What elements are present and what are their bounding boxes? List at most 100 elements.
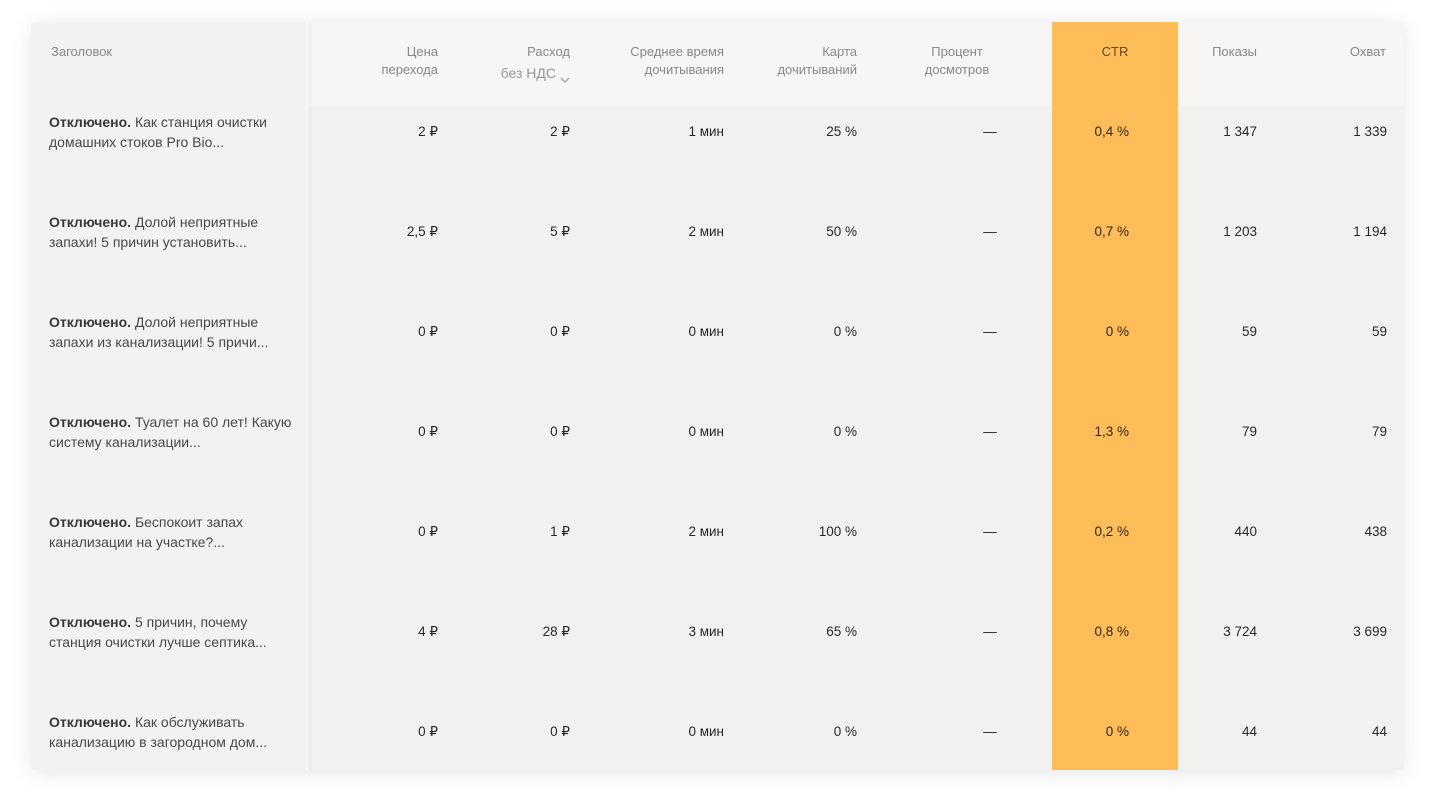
row-status: Отключено. — [49, 414, 132, 430]
row-read-map: 0 % — [833, 424, 857, 439]
stats-table: Заголовок Цена перехода Расход без НДС С… — [31, 22, 1404, 770]
row-spend: 0 ₽ — [550, 424, 570, 439]
row-reach: 3 699 — [1353, 624, 1387, 639]
column-header-read-map-line1: Карта — [822, 44, 857, 59]
row-avg-time: 0 мин — [688, 324, 724, 339]
row-spend: 5 ₽ — [550, 224, 570, 239]
table-row[interactable]: Отключено. Долой неприятные запахи из ка… — [31, 312, 1404, 412]
column-header-avg-time-line1: Среднее время — [630, 44, 724, 59]
column-header-view-pct-line2: досмотров — [924, 62, 990, 77]
row-reach: 79 — [1371, 424, 1387, 439]
row-cpc: 0 ₽ — [418, 424, 438, 439]
row-reach: 44 — [1371, 724, 1387, 739]
row-read-map: 100 % — [818, 524, 857, 539]
row-avg-time: 2 мин — [688, 224, 724, 239]
column-header-reach-label: Охват — [1349, 44, 1386, 59]
row-ctr: 0 % — [1105, 324, 1129, 339]
column-header-read-map-line2: дочитываний — [777, 62, 857, 77]
row-status: Отключено. — [49, 214, 132, 230]
column-header-ctr-label: CTR — [1101, 44, 1129, 59]
column-header-avg-time-line2: дочитывания — [644, 62, 724, 77]
column-header-reach[interactable]: Охват — [1281, 43, 1386, 61]
column-header-cpc-line2: перехода — [381, 62, 438, 77]
row-status: Отключено. — [49, 314, 132, 330]
table-row[interactable]: Отключено. Как обслуживать канализацию в… — [31, 712, 1404, 770]
row-ctr: 0,4 % — [1094, 124, 1129, 139]
row-impressions: 440 — [1234, 524, 1257, 539]
row-read-map: 0 % — [833, 724, 857, 739]
row-read-map: 65 % — [826, 624, 857, 639]
row-impressions: 44 — [1241, 724, 1257, 739]
row-reach: 1 194 — [1353, 224, 1387, 239]
column-header-impressions-label: Показы — [1212, 44, 1257, 59]
table-row[interactable]: Отключено. Как станция очистки домашних … — [31, 112, 1404, 212]
row-cpc: 0 ₽ — [418, 324, 438, 339]
row-spend: 0 ₽ — [550, 724, 570, 739]
row-ctr: 0,7 % — [1094, 224, 1129, 239]
table-row[interactable]: Отключено. 5 причин, почему станция очис… — [31, 612, 1404, 712]
row-view-pct: — — [983, 724, 997, 739]
row-impressions: 1 203 — [1223, 224, 1257, 239]
row-cpc: 2,5 ₽ — [406, 224, 438, 239]
row-spend: 1 ₽ — [550, 524, 570, 539]
row-view-pct: — — [983, 224, 997, 239]
column-header-cpc[interactable]: Цена перехода — [331, 43, 438, 79]
row-reach: 59 — [1371, 324, 1387, 339]
row-cpc: 4 ₽ — [418, 624, 438, 639]
row-avg-time: 0 мин — [688, 724, 724, 739]
column-header-impressions[interactable]: Показы — [1181, 43, 1257, 61]
column-header-ctr[interactable]: CTR — [1052, 43, 1178, 61]
row-cpc: 0 ₽ — [418, 724, 438, 739]
column-header-title-label: Заголовок — [51, 44, 113, 59]
column-header-title[interactable]: Заголовок — [51, 43, 112, 61]
row-read-map: 50 % — [826, 224, 857, 239]
column-header-view-pct[interactable]: Процент досмотров — [907, 43, 1007, 79]
row-view-pct: — — [983, 524, 997, 539]
column-header-avg-time[interactable]: Среднее время дочитывания — [591, 43, 724, 79]
row-status: Отключено. — [49, 714, 132, 730]
row-title[interactable]: Отключено. Долой неприятные запахи из ка… — [49, 312, 299, 352]
row-ctr: 0,2 % — [1094, 524, 1129, 539]
row-impressions: 59 — [1241, 324, 1257, 339]
row-impressions: 1 347 — [1223, 124, 1257, 139]
row-ctr: 0 % — [1105, 724, 1129, 739]
row-avg-time: 1 мин — [688, 124, 724, 139]
row-avg-time: 3 мин — [688, 624, 724, 639]
row-reach: 1 339 — [1353, 124, 1387, 139]
row-spend: 2 ₽ — [550, 124, 570, 139]
row-avg-time: 2 мин — [688, 524, 724, 539]
column-header-cpc-line1: Цена — [406, 44, 438, 59]
row-cpc: 0 ₽ — [418, 524, 438, 539]
row-impressions: 79 — [1241, 424, 1257, 439]
table-row[interactable]: Отключено. Туалет на 60 лет! Какую систе… — [31, 412, 1404, 512]
row-view-pct: — — [983, 424, 997, 439]
row-view-pct: — — [983, 124, 997, 139]
row-status: Отключено. — [49, 114, 132, 130]
row-spend: 0 ₽ — [550, 324, 570, 339]
row-avg-time: 0 мин — [688, 424, 724, 439]
row-title[interactable]: Отключено. Беспокоит запах канализации н… — [49, 512, 299, 552]
row-title[interactable]: Отключено. 5 причин, почему станция очис… — [49, 612, 299, 652]
column-header-view-pct-line1: Процент — [931, 44, 983, 59]
column-header-spend[interactable]: Расход без НДС — [451, 43, 570, 83]
row-impressions: 3 724 — [1223, 624, 1257, 639]
row-view-pct: — — [983, 324, 997, 339]
row-read-map: 0 % — [833, 324, 857, 339]
row-title[interactable]: Отключено. Как обслуживать канализацию в… — [49, 712, 299, 752]
row-spend: 28 ₽ — [542, 624, 570, 639]
row-reach: 438 — [1364, 524, 1387, 539]
table-row[interactable]: Отключено. Беспокоит запах канализации н… — [31, 512, 1404, 612]
row-status: Отключено. — [49, 614, 132, 630]
row-view-pct: — — [983, 624, 997, 639]
column-header-spend-line1: Расход — [527, 44, 570, 59]
row-title[interactable]: Отключено. Долой неприятные запахи! 5 пр… — [49, 212, 299, 252]
row-title[interactable]: Отключено. Туалет на 60 лет! Какую систе… — [49, 412, 299, 452]
column-header-spend-line2: без НДС — [500, 65, 556, 81]
table-row[interactable]: Отключено. Долой неприятные запахи! 5 пр… — [31, 212, 1404, 312]
chevron-down-icon[interactable] — [560, 70, 570, 83]
row-read-map: 25 % — [826, 124, 857, 139]
row-ctr: 0,8 % — [1094, 624, 1129, 639]
column-header-read-map[interactable]: Карта дочитываний — [741, 43, 857, 79]
row-title[interactable]: Отключено. Как станция очистки домашних … — [49, 112, 299, 152]
row-cpc: 2 ₽ — [418, 124, 438, 139]
